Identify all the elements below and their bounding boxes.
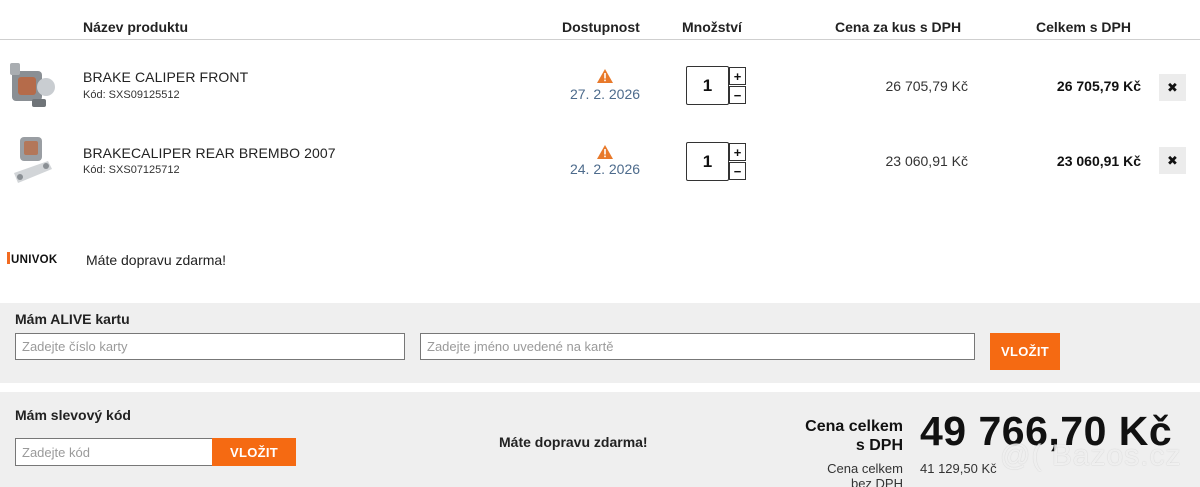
row-total: 23 060,91 Kč (1056, 153, 1141, 169)
remove-item-button[interactable]: ✖ (1159, 74, 1186, 101)
warning-icon (597, 69, 613, 83)
remove-item-button[interactable]: ✖ (1159, 147, 1186, 174)
carrier-logo: UNIVOK (7, 252, 65, 268)
discount-submit-button[interactable]: VLOŽIT (212, 438, 296, 466)
product-name[interactable]: BRAKECALIPER REAR BREMBO 2007 (83, 145, 336, 161)
warning-icon (597, 145, 613, 159)
total-without-vat-value: 41 129,50 Kč (920, 461, 997, 476)
row-total: 26 705,79 Kč (1056, 78, 1141, 94)
free-shipping-note: Máte dopravu zdarma! (86, 252, 227, 268)
header-unit-price: Cena za kus s DPH (835, 19, 962, 35)
product-code: Kód: SXS09125512 (83, 89, 180, 101)
header-total: Celkem s DPH (1036, 19, 1131, 35)
close-icon: ✖ (1167, 79, 1178, 95)
unit-price: 26 705,79 Kč (885, 78, 968, 94)
unit-price: 23 060,91 Kč (885, 153, 968, 169)
quantity-input[interactable]: 1 (686, 66, 729, 105)
header-divider (0, 39, 1200, 40)
close-icon: ✖ (1167, 152, 1178, 168)
product-image-rear-caliper[interactable] (8, 133, 58, 187)
watermark: @( Bazos.cz (1000, 439, 1182, 472)
quantity-decrease-button[interactable]: − (729, 162, 746, 180)
quantity-input[interactable]: 1 (686, 142, 729, 181)
product-name[interactable]: BRAKE CALIPER FRONT (83, 69, 248, 85)
alive-card-submit-button[interactable]: VLOŽIT (990, 333, 1060, 370)
quantity-increase-button[interactable]: + (729, 67, 746, 85)
discount-summary-panel: Mám slevový kód VLOŽIT Máte dopravu zdar… (0, 392, 1200, 487)
discount-code-input[interactable] (15, 438, 213, 466)
carrier-logo-text: UNIVOK (11, 254, 58, 266)
quantity-increase-button[interactable]: + (729, 143, 746, 161)
card-name-input[interactable] (420, 333, 975, 360)
header-product: Název produktu (83, 19, 189, 35)
free-shipping-summary: Máte dopravu zdarma! (499, 434, 648, 450)
availability-date: 24. 2. 2026 (569, 161, 641, 177)
quantity-decrease-button[interactable]: − (729, 86, 746, 104)
total-without-vat-label: Cena celkem bez DPH (827, 461, 903, 487)
alive-card-title: Mám ALIVE kartu (15, 311, 130, 327)
alive-card-panel: Mám ALIVE kartu VLOŽIT (0, 303, 1200, 383)
discount-title: Mám slevový kód (15, 407, 131, 423)
product-image-front-caliper[interactable] (8, 57, 58, 111)
total-with-vat-label: Cena celkem s DPH (805, 418, 903, 454)
product-code: Kód: SXS07125712 (83, 164, 180, 176)
header-availability: Dostupnost (562, 19, 640, 35)
availability-date: 27. 2. 2026 (569, 86, 641, 102)
card-number-input[interactable] (15, 333, 405, 360)
header-quantity: Množství (682, 19, 742, 35)
